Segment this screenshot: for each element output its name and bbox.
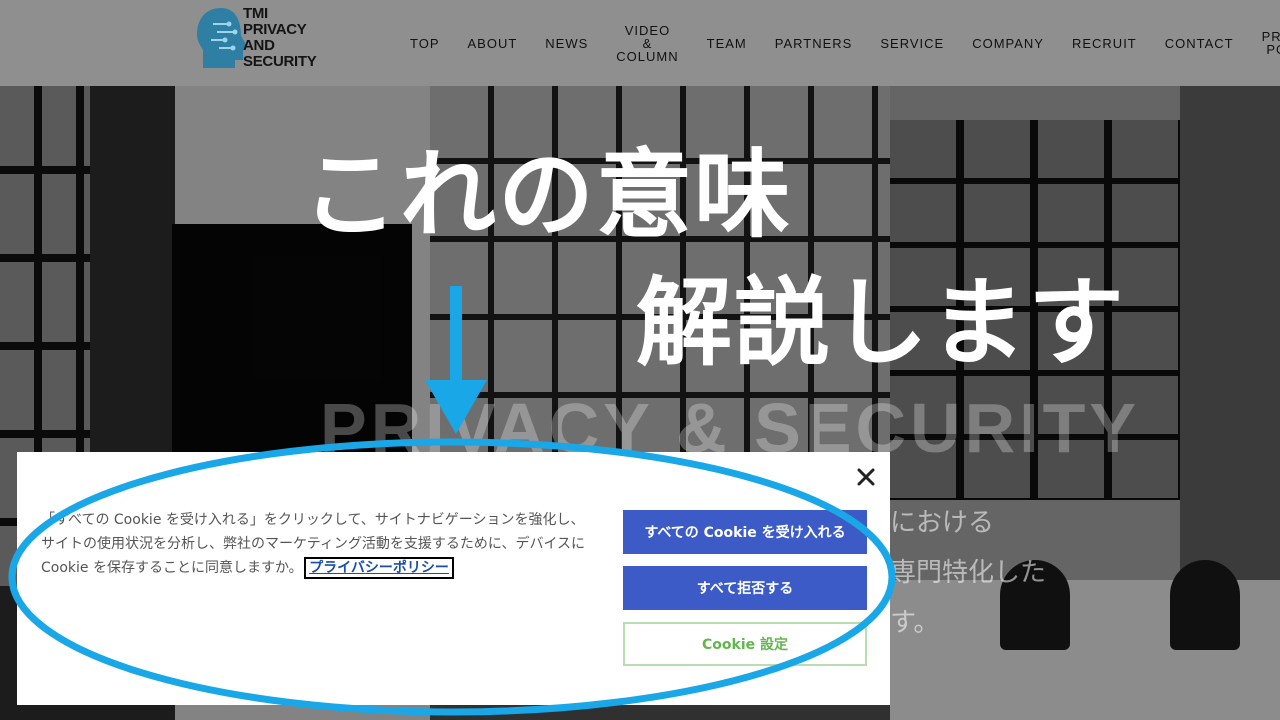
- nav-privacy-policy[interactable]: PRIVACYPOLICY: [1248, 30, 1280, 56]
- hero-subtitle-line: す。: [890, 608, 940, 638]
- nav-service[interactable]: SERVICE: [866, 37, 958, 50]
- cookie-message: 「すべての Cookie を受け入れる」をクリックして、サイトナビゲーションを強…: [41, 508, 591, 580]
- nav-about[interactable]: ABOUT: [454, 37, 532, 50]
- accept-all-cookies-button[interactable]: すべての Cookie を受け入れる: [623, 510, 867, 554]
- cookie-consent-banner: 「すべての Cookie を受け入れる」をクリックして、サイトナビゲーションを強…: [17, 452, 890, 705]
- brain-head-icon: [197, 8, 247, 68]
- nav-recruit[interactable]: RECRUIT: [1058, 37, 1151, 50]
- cookie-settings-button[interactable]: Cookie 設定: [623, 622, 867, 666]
- privacy-policy-link[interactable]: プライバシーポリシー: [304, 557, 454, 579]
- hero-subtitle-line: 専門特化した: [890, 558, 1047, 588]
- overlay-caption-line2: 解説します: [636, 267, 1126, 379]
- hero-subtitle-line: における: [890, 508, 995, 538]
- nav-partners[interactable]: PARTNERS: [761, 37, 867, 50]
- arrow-down-icon: [425, 286, 487, 434]
- overlay-caption-line1: これの意味: [302, 139, 792, 251]
- nav-team[interactable]: TEAM: [693, 37, 761, 50]
- close-icon[interactable]: [855, 466, 877, 488]
- nav-contact[interactable]: CONTACT: [1151, 37, 1248, 50]
- site-logo[interactable]: TMI PRIVACY AND SECURITY: [195, 6, 320, 72]
- logo-text: TMI PRIVACY AND SECURITY: [243, 5, 317, 70]
- site-header: TMI PRIVACY AND SECURITY TOP ABOUT NEWS …: [0, 0, 1280, 86]
- reject-all-button[interactable]: すべて拒否する: [623, 566, 867, 610]
- nav-news[interactable]: NEWS: [531, 37, 602, 50]
- nav-top[interactable]: TOP: [396, 37, 454, 50]
- main-nav: TOP ABOUT NEWS VIDEO & COLUMN TEAM PARTNER…: [396, 0, 1280, 86]
- nav-video-column[interactable]: VIDEO & COLUMN: [602, 24, 692, 63]
- nav-company[interactable]: COMPANY: [958, 37, 1058, 50]
